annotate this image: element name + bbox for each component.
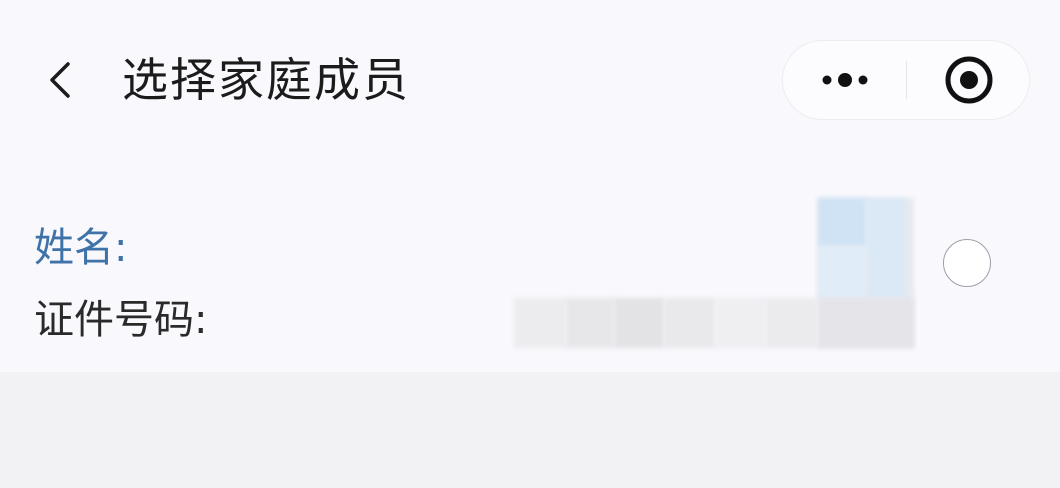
mini-program-capsule (782, 40, 1030, 120)
name-label: 姓名: (34, 225, 128, 271)
close-button[interactable] (907, 41, 1031, 119)
more-button[interactable] (783, 41, 907, 119)
back-button[interactable] (30, 48, 94, 112)
more-dots-icon (822, 73, 868, 87)
select-radio-button[interactable] (943, 239, 991, 287)
id-number-label: 证件号码: (34, 297, 208, 343)
list-bottom-area (0, 372, 1060, 488)
navigation-bar: 选择家庭成员 (0, 0, 1060, 160)
page-title: 选择家庭成员 (122, 53, 410, 107)
chevron-left-icon (50, 62, 70, 98)
target-circle-icon (945, 56, 993, 104)
